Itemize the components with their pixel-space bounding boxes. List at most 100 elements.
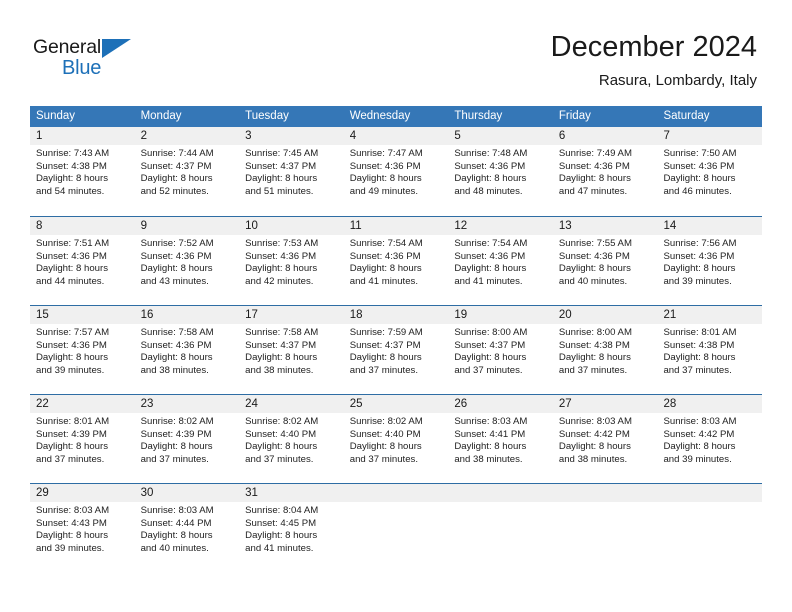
daylight-text-line2: and 39 minutes. xyxy=(663,453,732,465)
sunrise-text: Sunrise: 7:49 AM xyxy=(558,148,632,159)
day-info: Sunrise: 8:03 AM Sunset: 4:44 PM Dayligh… xyxy=(135,502,240,555)
daylight-text-line2: and 46 minutes. xyxy=(663,185,732,197)
sunrise-text: Sunrise: 7:48 AM xyxy=(454,148,528,159)
day-cell[interactable]: 17 Sunrise: 7:58 AM Sunset: 4:37 PM Dayl… xyxy=(239,306,344,394)
day-number: 25 xyxy=(343,395,449,413)
day-cell[interactable]: 28 Sunrise: 8:03 AM Sunset: 4:42 PM Dayl… xyxy=(657,395,763,483)
day-number: 8 xyxy=(30,217,135,235)
dow-header-tuesday: Tuesday xyxy=(245,110,289,122)
day-number: 21 xyxy=(657,306,763,324)
daylight-text-line1: Daylight: 8 hours xyxy=(558,352,631,364)
sunrise-text: Sunrise: 8:02 AM xyxy=(140,416,214,427)
day-cell[interactable]: 13 Sunrise: 7:55 AM Sunset: 4:36 PM Dayl… xyxy=(552,217,658,305)
day-cell[interactable]: 7 Sunrise: 7:50 AM Sunset: 4:36 PM Dayli… xyxy=(657,127,763,216)
day-info: Sunrise: 7:51 AM Sunset: 4:36 PM Dayligh… xyxy=(30,235,135,288)
day-cell[interactable]: 8 Sunrise: 7:51 AM Sunset: 4:36 PM Dayli… xyxy=(30,217,135,305)
day-cell[interactable]: 3 Sunrise: 7:45 AM Sunset: 4:37 PM Dayli… xyxy=(239,127,344,216)
day-cell[interactable]: 21 Sunrise: 8:01 AM Sunset: 4:38 PM Dayl… xyxy=(657,306,763,394)
daylight-text-line2: and 49 minutes. xyxy=(349,185,419,197)
day-info: Sunrise: 7:54 AM Sunset: 4:36 PM Dayligh… xyxy=(448,235,553,288)
logo-text-general: General xyxy=(33,36,101,58)
day-cell[interactable]: 18 Sunrise: 7:59 AM Sunset: 4:37 PM Dayl… xyxy=(343,306,449,394)
day-number: 18 xyxy=(343,306,449,324)
dow-header-sunday: Sunday xyxy=(36,110,76,122)
sunrise-text: Sunrise: 7:54 AM xyxy=(454,238,528,249)
logo-text-blue: Blue xyxy=(62,57,102,79)
sunrise-text: Sunrise: 7:47 AM xyxy=(349,148,423,159)
sunset-text: Sunset: 4:37 PM xyxy=(245,339,317,351)
day-info: Sunrise: 8:02 AM Sunset: 4:39 PM Dayligh… xyxy=(135,413,240,466)
day-cell[interactable]: 15 Sunrise: 7:57 AM Sunset: 4:36 PM Dayl… xyxy=(30,306,135,394)
day-info: Sunrise: 7:43 AM Sunset: 4:38 PM Dayligh… xyxy=(30,145,135,198)
day-cell[interactable]: 25 Sunrise: 8:02 AM Sunset: 4:40 PM Dayl… xyxy=(343,395,449,483)
page-subtitle-location: Rasura, Lombardy, Italy xyxy=(598,72,757,89)
day-cell[interactable]: 19 Sunrise: 8:00 AM Sunset: 4:37 PM Dayl… xyxy=(448,306,553,394)
day-info: Sunrise: 7:44 AM Sunset: 4:37 PM Dayligh… xyxy=(135,145,240,198)
day-cell[interactable]: 23 Sunrise: 8:02 AM Sunset: 4:39 PM Dayl… xyxy=(134,395,240,483)
day-info: Sunrise: 8:03 AM Sunset: 4:43 PM Dayligh… xyxy=(30,502,135,555)
day-number: 4 xyxy=(343,127,449,145)
daylight-text-line1: Daylight: 8 hours xyxy=(245,441,318,453)
day-cell[interactable]: 22 Sunrise: 8:01 AM Sunset: 4:39 PM Dayl… xyxy=(30,395,135,483)
sunrise-text: Sunrise: 7:53 AM xyxy=(245,238,319,249)
day-cell[interactable]: 16 Sunrise: 7:58 AM Sunset: 4:36 PM Dayl… xyxy=(134,306,240,394)
sunset-text: Sunset: 4:42 PM xyxy=(558,428,630,440)
general-blue-logo[interactable]: General Blue xyxy=(33,36,153,86)
blue-triangle-icon xyxy=(102,39,131,58)
day-cell-empty xyxy=(448,484,553,572)
day-cell[interactable]: 6 Sunrise: 7:49 AM Sunset: 4:36 PM Dayli… xyxy=(552,127,658,216)
day-info: Sunrise: 8:03 AM Sunset: 4:42 PM Dayligh… xyxy=(553,413,658,466)
day-info: Sunrise: 8:03 AM Sunset: 4:41 PM Dayligh… xyxy=(448,413,553,466)
sunrise-text: Sunrise: 8:00 AM xyxy=(454,327,528,338)
day-cell[interactable]: 1 Sunrise: 7:43 AM Sunset: 4:38 PM Dayli… xyxy=(30,127,135,216)
sunset-text: Sunset: 4:43 PM xyxy=(36,517,107,529)
day-cell[interactable]: 4 Sunrise: 7:47 AM Sunset: 4:36 PM Dayli… xyxy=(343,127,449,216)
day-number: 31 xyxy=(239,484,344,502)
day-info: Sunrise: 7:57 AM Sunset: 4:36 PM Dayligh… xyxy=(30,324,135,377)
day-cell[interactable]: 24 Sunrise: 8:02 AM Sunset: 4:40 PM Dayl… xyxy=(239,395,344,483)
day-info: Sunrise: 8:02 AM Sunset: 4:40 PM Dayligh… xyxy=(239,413,344,466)
daylight-text-line2: and 41 minutes. xyxy=(245,542,314,554)
day-number: 26 xyxy=(448,395,553,413)
calendar-page: General Blue December 2024 Rasura, Lomba… xyxy=(0,0,792,612)
daylight-text-line2: and 37 minutes. xyxy=(663,364,732,376)
daylight-text-line2: and 39 minutes. xyxy=(36,542,105,554)
day-cell[interactable]: 5 Sunrise: 7:48 AM Sunset: 4:36 PM Dayli… xyxy=(448,127,553,216)
day-cell[interactable]: 30 Sunrise: 8:03 AM Sunset: 4:44 PM Dayl… xyxy=(134,484,240,572)
sunrise-text: Sunrise: 8:01 AM xyxy=(36,416,110,427)
sunset-text: Sunset: 4:37 PM xyxy=(245,160,317,172)
day-cell[interactable]: 14 Sunrise: 7:56 AM Sunset: 4:36 PM Dayl… xyxy=(657,217,763,305)
day-cell[interactable]: 20 Sunrise: 8:00 AM Sunset: 4:38 PM Dayl… xyxy=(552,306,658,394)
daylight-text-line2: and 41 minutes. xyxy=(349,275,419,287)
daylight-text-line1: Daylight: 8 hours xyxy=(663,173,736,185)
day-info: Sunrise: 8:04 AM Sunset: 4:45 PM Dayligh… xyxy=(239,502,344,555)
dow-header-friday: Friday xyxy=(558,110,591,122)
day-number xyxy=(448,484,553,502)
week-row: 22 Sunrise: 8:01 AM Sunset: 4:39 PM Dayl… xyxy=(30,394,763,483)
day-cell[interactable]: 9 Sunrise: 7:52 AM Sunset: 4:36 PM Dayli… xyxy=(134,217,240,305)
daylight-text-line1: Daylight: 8 hours xyxy=(454,441,527,453)
daylight-text-line1: Daylight: 8 hours xyxy=(663,352,736,364)
sunset-text: Sunset: 4:36 PM xyxy=(454,250,526,262)
day-info: Sunrise: 7:53 AM Sunset: 4:36 PM Dayligh… xyxy=(239,235,344,288)
day-info: Sunrise: 8:02 AM Sunset: 4:40 PM Dayligh… xyxy=(344,413,449,466)
day-cell[interactable]: 29 Sunrise: 8:03 AM Sunset: 4:43 PM Dayl… xyxy=(30,484,135,572)
day-number: 28 xyxy=(657,395,763,413)
day-cell[interactable]: 26 Sunrise: 8:03 AM Sunset: 4:41 PM Dayl… xyxy=(448,395,553,483)
daylight-text-line1: Daylight: 8 hours xyxy=(349,441,422,453)
day-cell[interactable]: 10 Sunrise: 7:53 AM Sunset: 4:36 PM Dayl… xyxy=(239,217,344,305)
sunrise-text: Sunrise: 8:03 AM xyxy=(663,416,737,427)
day-cell[interactable]: 12 Sunrise: 7:54 AM Sunset: 4:36 PM Dayl… xyxy=(448,217,553,305)
daylight-text-line1: Daylight: 8 hours xyxy=(349,263,422,275)
daylight-text-line2: and 42 minutes. xyxy=(245,275,314,287)
sunrise-text: Sunrise: 7:59 AM xyxy=(349,327,423,338)
day-number: 5 xyxy=(448,127,553,145)
day-info: Sunrise: 7:48 AM Sunset: 4:36 PM Dayligh… xyxy=(448,145,553,198)
day-cell[interactable]: 11 Sunrise: 7:54 AM Sunset: 4:36 PM Dayl… xyxy=(343,217,449,305)
day-cell[interactable]: 2 Sunrise: 7:44 AM Sunset: 4:37 PM Dayli… xyxy=(134,127,240,216)
sunset-text: Sunset: 4:36 PM xyxy=(36,339,107,351)
day-cell[interactable]: 27 Sunrise: 8:03 AM Sunset: 4:42 PM Dayl… xyxy=(552,395,658,483)
day-number xyxy=(343,484,449,502)
sunrise-text: Sunrise: 7:57 AM xyxy=(36,327,110,338)
day-cell[interactable]: 31 Sunrise: 8:04 AM Sunset: 4:45 PM Dayl… xyxy=(239,484,344,572)
